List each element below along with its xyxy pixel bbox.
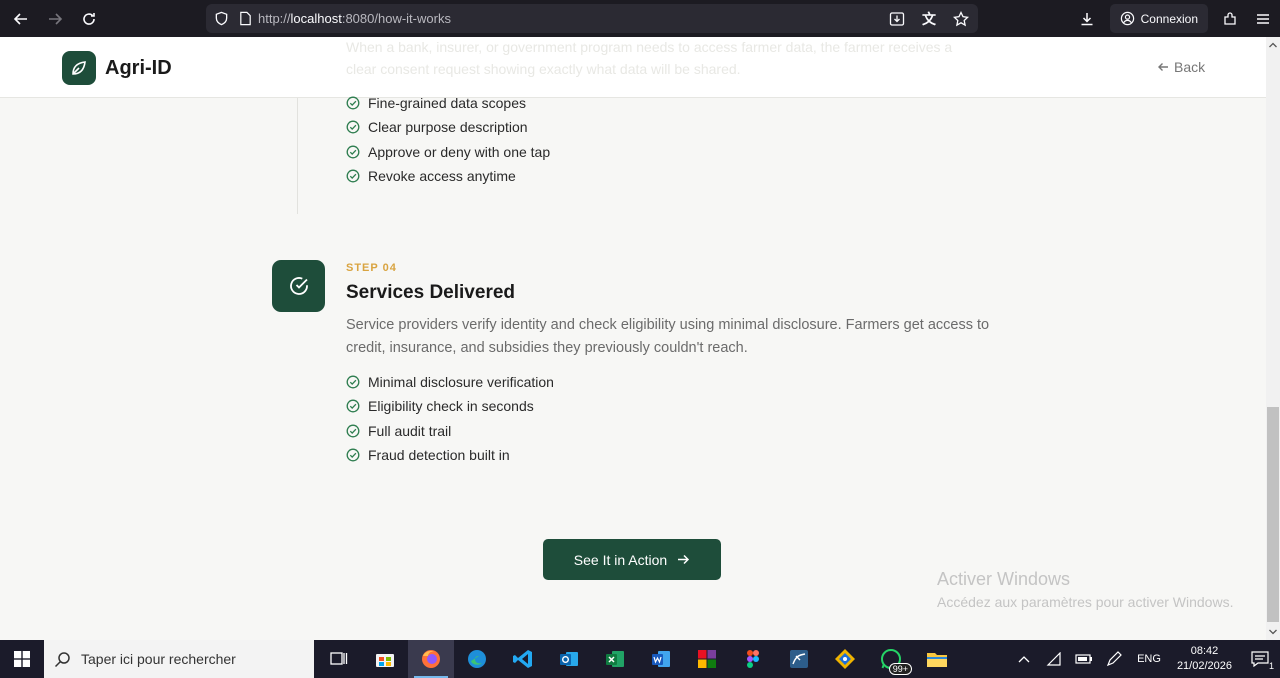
url-bar[interactable]: http://localhost:8080/how-it-works 文 — [206, 4, 978, 33]
account-button[interactable]: Connexion — [1109, 4, 1208, 33]
back-arrow-icon[interactable] — [4, 2, 38, 36]
clock-time: 08:42 — [1190, 645, 1219, 657]
language-indicator[interactable]: ENG — [1137, 653, 1161, 665]
edge-icon[interactable] — [454, 640, 500, 678]
word-icon[interactable] — [638, 640, 684, 678]
timeline-connector — [297, 98, 298, 214]
site-header: When a bank, insurer, or government prog… — [0, 37, 1266, 98]
check-circle-icon — [346, 448, 360, 462]
check-circle-icon — [346, 169, 360, 183]
list-item: Clear purpose description — [346, 115, 550, 139]
back-label: Back — [1174, 59, 1206, 75]
brand-name[interactable]: Agri-ID — [105, 57, 172, 80]
extensions-icon[interactable] — [1214, 11, 1246, 27]
scrollbar-thumb[interactable] — [1267, 407, 1279, 622]
step3-feature-list: Fine-grained data scopes Clear purpose d… — [346, 91, 550, 188]
windows-activation-watermark: Activer Windows Accédez aux paramètres p… — [937, 569, 1233, 610]
list-item: Revoke access anytime — [346, 164, 550, 188]
account-label: Connexion — [1140, 11, 1198, 26]
scrolled-text-behind-header: When a bank, insurer, or government prog… — [346, 39, 953, 55]
menu-icon[interactable] — [1246, 11, 1280, 27]
check-circle-icon — [346, 145, 360, 159]
translate-icon[interactable]: 文 — [916, 9, 942, 29]
clock[interactable]: 08:42 21/02/2026 — [1177, 644, 1232, 674]
store-icon[interactable] — [362, 640, 408, 678]
wifi-icon[interactable] — [1039, 652, 1069, 666]
taskbar-apps: 99+ — [314, 640, 960, 678]
check-circle-icon — [346, 120, 360, 134]
step4-feature-list: Minimal disclosure verification Eligibil… — [346, 370, 554, 467]
file-explorer-icon[interactable] — [914, 640, 960, 678]
check-circle-icon — [346, 424, 360, 438]
see-it-in-action-button[interactable]: See It in Action — [543, 539, 721, 580]
outlook-icon[interactable] — [546, 640, 592, 678]
check-circle-icon — [346, 399, 360, 413]
system-tray: ENG 08:42 21/02/2026 1 — [1009, 640, 1280, 678]
taskbar-search[interactable]: Taper ici pour rechercher — [44, 640, 314, 678]
windows-taskbar: Taper ici pour rechercher 99+ ENG 08:42 … — [0, 640, 1280, 678]
whatsapp-icon[interactable]: 99+ — [868, 640, 914, 678]
excel-icon[interactable] — [592, 640, 638, 678]
browser-toolbar-right: Connexion — [1070, 0, 1280, 37]
search-icon — [54, 651, 70, 667]
chevron-up-icon[interactable] — [1009, 655, 1039, 663]
clock-date: 21/02/2026 — [1176, 660, 1232, 672]
list-item: Full audit trail — [346, 419, 554, 443]
list-item: Fine-grained data scopes — [346, 91, 550, 115]
shield-icon[interactable] — [214, 11, 229, 26]
page-icon — [239, 11, 252, 26]
watermark-subtitle: Accédez aux paramètres pour activer Wind… — [937, 594, 1234, 610]
bookmark-star-icon[interactable] — [948, 10, 974, 27]
notification-badge: 99+ — [888, 663, 912, 675]
check-circle-icon — [289, 277, 308, 295]
search-placeholder: Taper ici pour rechercher — [81, 651, 236, 667]
vscode-icon[interactable] — [500, 640, 546, 678]
firefox-icon[interactable] — [408, 640, 454, 678]
check-circle-icon — [346, 375, 360, 389]
account-icon — [1120, 11, 1135, 26]
arrow-right-icon — [678, 554, 690, 565]
notifications-icon[interactable]: 1 — [1240, 651, 1280, 671]
pen-icon[interactable] — [1099, 651, 1129, 667]
leaf-icon — [72, 61, 86, 75]
arrow-left-icon — [1158, 63, 1168, 71]
forward-arrow-icon[interactable] — [38, 2, 72, 36]
watermark-title: Activer Windows — [937, 569, 1071, 589]
back-button[interactable]: Back — [1157, 59, 1205, 75]
database-tool-icon[interactable] — [776, 640, 822, 678]
step-description: Service providers verify identity and ch… — [346, 317, 990, 356]
step4-icon-box — [272, 260, 325, 312]
list-item: Approve or deny with one tap — [346, 140, 550, 164]
scrolled-text-behind-header-2: clear consent request showing exactly wh… — [346, 61, 741, 77]
battery-icon[interactable] — [1069, 653, 1099, 665]
task-view-icon[interactable] — [316, 640, 362, 678]
url-text: http://localhost:8080/how-it-works — [258, 11, 451, 26]
list-item: Minimal disclosure verification — [346, 370, 554, 394]
start-button[interactable] — [0, 640, 44, 678]
reload-icon[interactable] — [72, 2, 106, 36]
list-item: Eligibility check in seconds — [346, 394, 554, 418]
cta-label: See It in Action — [573, 551, 668, 568]
check-circle-icon — [346, 96, 360, 110]
downloads-icon[interactable] — [1070, 11, 1104, 27]
install-icon[interactable] — [884, 11, 910, 27]
git-tool-icon[interactable] — [822, 640, 868, 678]
notification-count: 1 — [1268, 661, 1274, 671]
windows-logo-icon — [14, 651, 30, 667]
step-title: Services Delivered — [346, 282, 516, 303]
app-grid-icon[interactable] — [684, 640, 730, 678]
logo[interactable] — [62, 51, 96, 85]
list-item: Fraud detection built in — [346, 443, 554, 467]
step-label: STEP 04 — [346, 262, 397, 274]
figma-icon[interactable] — [730, 640, 776, 678]
